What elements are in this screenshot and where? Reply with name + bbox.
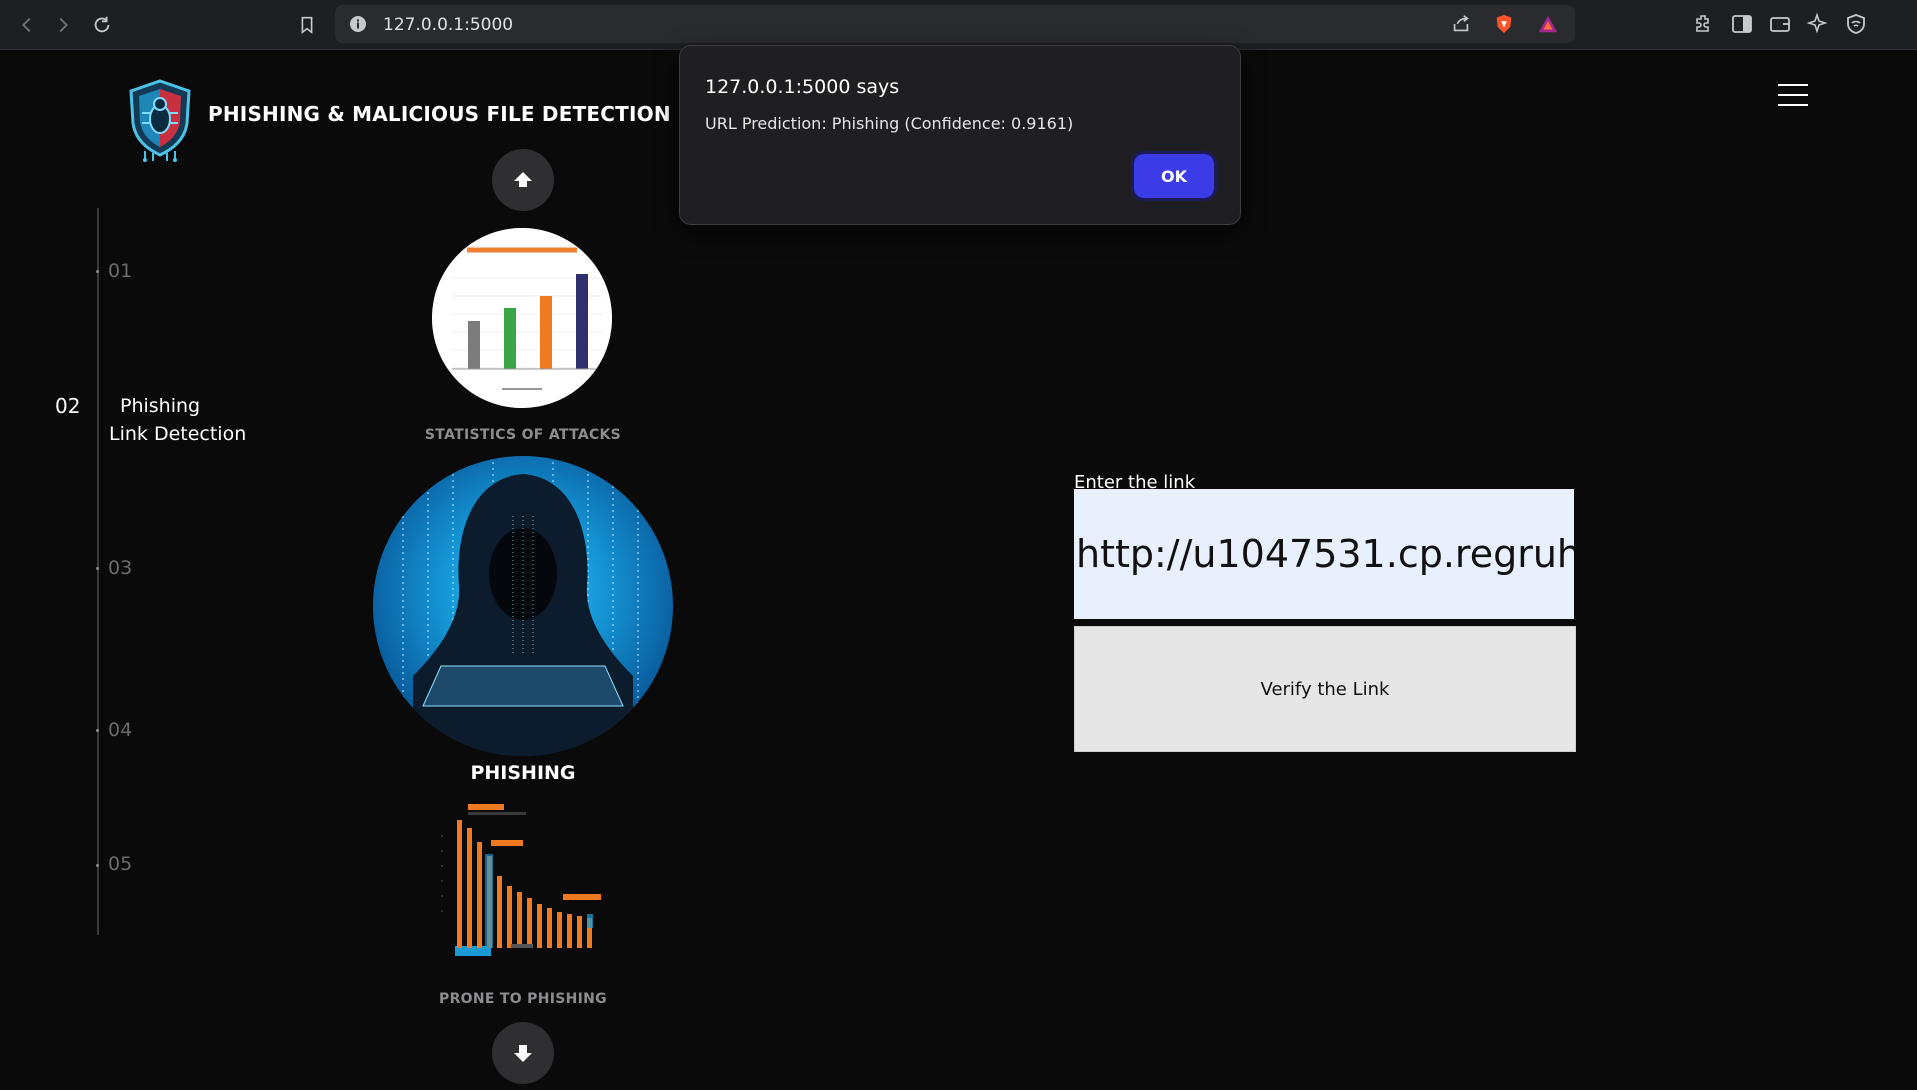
site-info-icon[interactable] [349,15,367,33]
back-icon[interactable] [12,10,42,40]
home-up-arrow-icon [514,172,532,187]
phishing-caption: PHISHING [470,762,576,784]
share-icon[interactable] [1450,13,1472,35]
timeline-dot [96,567,99,570]
wallet-icon[interactable] [1768,12,1794,38]
statistics-of-attacks-image [432,228,612,408]
hooded-hacker-image [373,456,673,756]
dialog-title: 127.0.0.1:5000 says [705,76,900,98]
reload-icon[interactable] [87,10,117,40]
dialog-message: URL Prediction: Phishing (Confidence: 0.… [705,114,1074,133]
bookmark-icon[interactable] [292,10,322,40]
statistics-caption: STATISTICS OF ATTACKS [424,427,622,443]
timeline-dot [96,864,99,867]
timeline-item-02-number[interactable]: 02 [55,394,80,418]
shield-logo-icon [129,79,191,162]
brand-title: PHISHING & MALICIOUS FILE DETECTION [208,102,671,126]
timeline-item-02-label-line1: Phishing [120,395,201,417]
timeline-item-05[interactable]: 05 [108,853,132,875]
down-arrow-icon [514,1045,532,1062]
timeline-item-01[interactable]: 01 [108,260,132,282]
dialog-ok-button[interactable]: OK [1134,154,1214,198]
prone-caption: PRONE TO PHISHING [439,991,607,1007]
timeline-dot [96,729,99,732]
scroll-up-button[interactable] [492,149,554,211]
timeline-item-04[interactable]: 04 [108,719,132,741]
extensions-icon[interactable] [1692,12,1718,38]
timeline-dot [96,270,99,273]
timeline-item-02-label[interactable]: Phishing Link Detection [109,392,246,448]
address-bar[interactable]: 127.0.0.1:5000 [335,5,1575,43]
vpn-icon[interactable] [1844,12,1870,38]
url-input[interactable] [1074,489,1574,619]
verify-link-button[interactable]: Verify the Link [1074,626,1576,752]
timeline-item-02-label-line2: Link Detection [109,423,247,445]
sidebar-toggle-icon[interactable] [1730,12,1756,38]
timeline-item-03[interactable]: 03 [108,557,132,579]
address-text: 127.0.0.1:5000 [383,15,514,35]
forward-icon[interactable] [48,10,78,40]
brave-shields-icon[interactable] [1493,13,1515,35]
leo-ai-icon[interactable] [1806,12,1832,38]
timeline-track [97,208,99,935]
browser-toolbar: 127.0.0.1:5000 [0,0,1917,50]
brave-rewards-icon[interactable] [1537,13,1559,35]
hamburger-menu-icon[interactable] [1778,84,1808,106]
alert-dialog: 127.0.0.1:5000 says URL Prediction: Phis… [679,45,1241,225]
scroll-down-button[interactable] [492,1022,554,1084]
prone-to-phishing-chart-image [423,796,623,958]
